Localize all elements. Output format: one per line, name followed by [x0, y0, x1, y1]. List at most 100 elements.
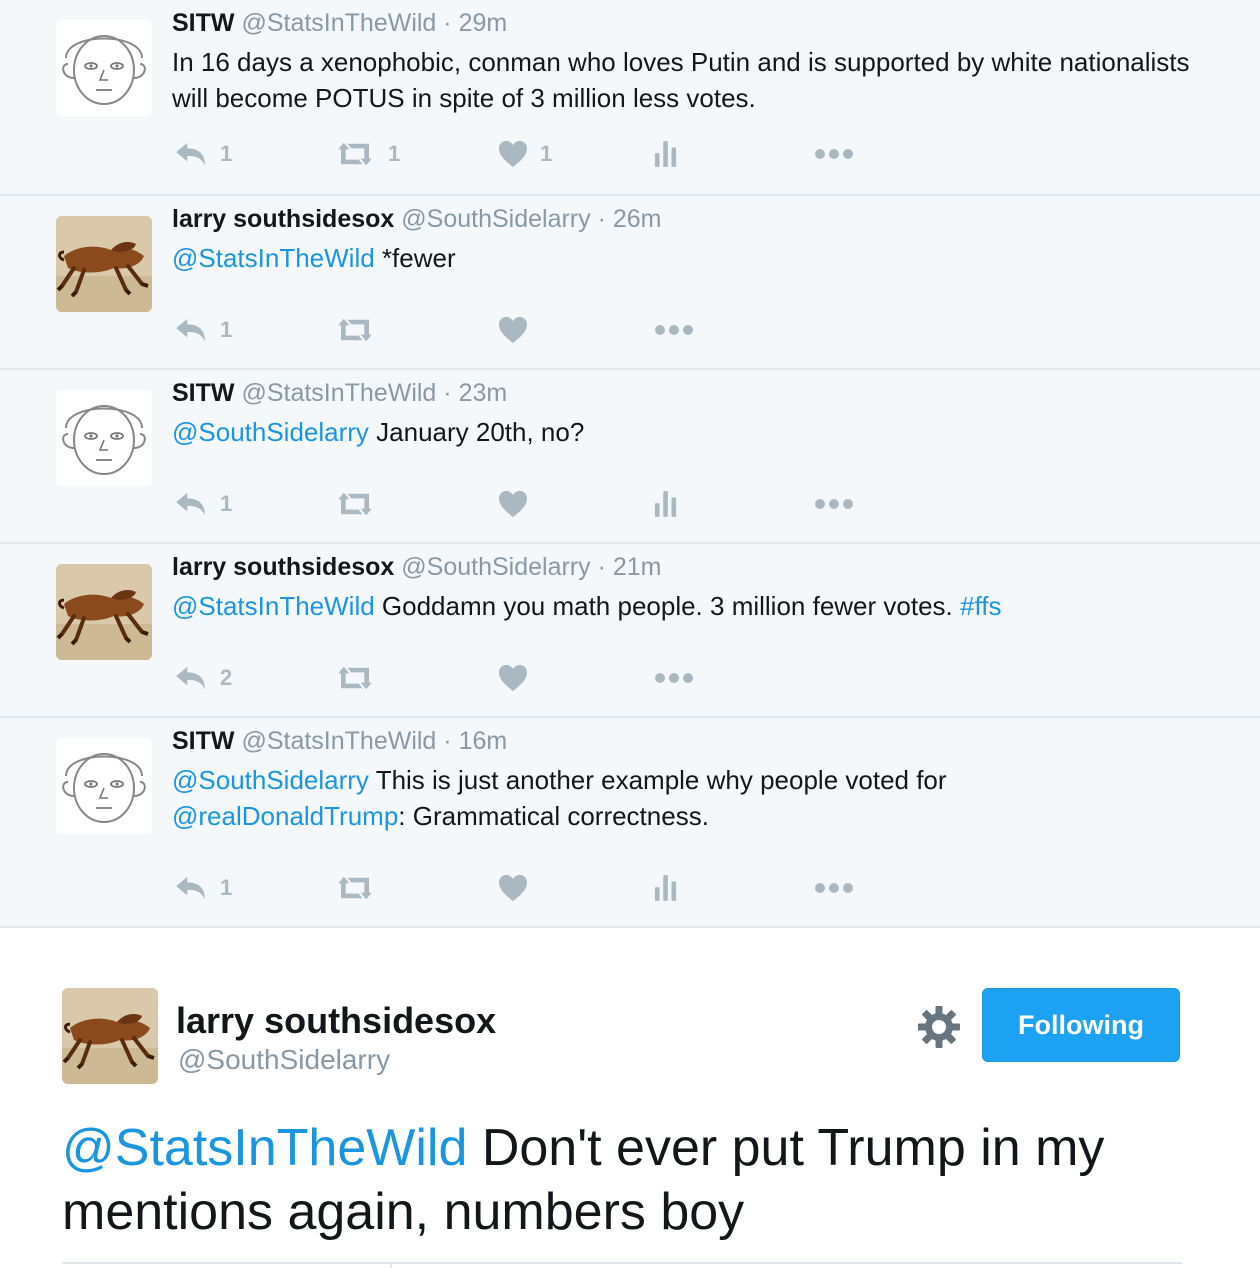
separator: ·	[443, 727, 452, 755]
separator: ·	[597, 205, 606, 233]
more-icon	[814, 498, 854, 510]
author-name[interactable]: SITW	[172, 9, 235, 37]
mention-link[interactable]: @StatsInTheWild	[62, 1119, 467, 1177]
like-button[interactable]	[498, 868, 528, 908]
heart-icon	[498, 490, 528, 518]
retweet-icon	[334, 490, 376, 518]
more-button[interactable]	[814, 134, 854, 174]
tweet-header: SITW @StatsInTheWild · 29m	[172, 8, 507, 38]
hashtag-link[interactable]: #ffs	[960, 591, 1001, 621]
reply-button[interactable]: 1	[174, 134, 232, 174]
tweet-body: January 20th, no?	[368, 417, 585, 447]
retweet-button[interactable]	[334, 868, 376, 908]
more-icon	[654, 324, 694, 336]
author-handle[interactable]: @StatsInTheWild	[241, 379, 436, 407]
tweet-actions: 2	[172, 658, 872, 698]
retweet-icon	[334, 140, 376, 168]
reply-button[interactable]: 1	[174, 484, 232, 524]
thread-tweet[interactable]: larry southsidesox @SouthSidelarry · 21m…	[0, 544, 1260, 718]
like-button[interactable]	[498, 310, 528, 350]
timestamp[interactable]: 21m	[613, 553, 662, 581]
author-name[interactable]: larry southsidesox	[176, 1000, 496, 1042]
thread-tweet[interactable]: SITW @StatsInTheWild · 29m In 16 days a …	[0, 0, 1260, 196]
thread-tweet[interactable]: larry southsidesox @SouthSidelarry · 26m…	[0, 196, 1260, 370]
more-icon	[654, 672, 694, 684]
author-handle[interactable]: @SouthSidelarry	[401, 553, 590, 581]
reply-button[interactable]: 1	[174, 310, 232, 350]
following-button[interactable]: Following	[982, 988, 1180, 1062]
tweet-body: : Grammatical correctness.	[398, 801, 709, 831]
like-button[interactable]: 1	[498, 134, 552, 174]
reply-button[interactable]: 1	[174, 868, 232, 908]
mention-link[interactable]: @StatsInTheWild	[172, 591, 375, 621]
reply-icon	[174, 141, 208, 167]
retweet-button[interactable]	[334, 484, 376, 524]
reply-count: 1	[220, 491, 233, 516]
reply-count: 1	[220, 875, 233, 900]
reply-count: 2	[220, 665, 233, 690]
separator: ·	[443, 9, 452, 37]
tweet-text: In 16 days a xenophobic, conman who love…	[172, 44, 1232, 116]
author-name[interactable]: larry southsidesox	[172, 553, 394, 581]
retweet-icon	[334, 664, 376, 692]
author-handle[interactable]: @StatsInTheWild	[241, 727, 436, 755]
timestamp[interactable]: 26m	[613, 205, 662, 233]
more-button[interactable]	[814, 868, 854, 908]
tweet-actions: 1	[172, 868, 872, 908]
mention-link[interactable]: @StatsInTheWild	[172, 243, 375, 273]
author-name[interactable]: SITW	[172, 379, 235, 407]
analytics-button[interactable]	[654, 134, 678, 174]
timestamp[interactable]: 29m	[459, 9, 508, 37]
reply-button[interactable]: 2	[174, 658, 232, 698]
tweet-body: This is just another example why people …	[368, 765, 947, 795]
more-button[interactable]	[654, 658, 694, 698]
tweet-text: @StatsInTheWild Goddamn you math people.…	[172, 588, 1232, 624]
retweet-button[interactable]	[334, 310, 376, 350]
horse-photo-avatar[interactable]	[56, 216, 152, 312]
author-handle[interactable]: @StatsInTheWild	[241, 9, 436, 37]
retweet-button[interactable]	[334, 658, 376, 698]
thread-tweet[interactable]: SITW @StatsInTheWild · 16m @SouthSidelar…	[0, 718, 1260, 928]
analytics-icon	[654, 874, 678, 902]
conversation-thread: SITW @StatsInTheWild · 29m In 16 days a …	[0, 0, 1260, 928]
tweet-header: larry southsidesox @SouthSidelarry · 26m	[172, 204, 662, 234]
timestamp[interactable]: 16m	[459, 727, 508, 755]
tweet-header: larry southsidesox @SouthSidelarry · 21m	[172, 552, 662, 582]
face-sketch-avatar[interactable]	[56, 390, 152, 486]
more-button[interactable]	[654, 310, 694, 350]
retweet-button[interactable]: 1	[334, 134, 400, 174]
timestamp[interactable]: 23m	[459, 379, 508, 407]
author-handle[interactable]: @SouthSidelarry	[401, 205, 590, 233]
like-button[interactable]	[498, 484, 528, 524]
retweet-icon	[334, 874, 376, 902]
horse-photo-avatar[interactable]	[56, 564, 152, 660]
tweet-header: SITW @StatsInTheWild · 23m	[172, 378, 507, 408]
heart-icon	[498, 140, 528, 168]
more-icon	[814, 148, 854, 160]
heart-icon	[498, 664, 528, 692]
mention-link[interactable]: @SouthSidelarry	[172, 417, 369, 447]
horse-photo-avatar[interactable]	[62, 988, 158, 1084]
gear-icon[interactable]	[916, 1004, 962, 1050]
author-name[interactable]: SITW	[172, 727, 235, 755]
mention-link[interactable]: @SouthSidelarry	[172, 765, 369, 795]
tweet-body: In 16 days a xenophobic, conman who love…	[172, 47, 1190, 113]
tweet-actions: 1	[172, 484, 872, 524]
heart-icon	[498, 316, 528, 344]
face-sketch-avatar[interactable]	[56, 738, 152, 834]
focused-tweet: larry southsidesox @SouthSidelarry Follo…	[0, 928, 1260, 1268]
analytics-icon	[654, 490, 678, 518]
author-handle[interactable]: @SouthSidelarry	[178, 1044, 390, 1076]
like-button[interactable]	[498, 658, 528, 698]
tweet-text: @SouthSidelarry January 20th, no?	[172, 414, 1232, 450]
tweet-actions: 1 1 1	[172, 134, 872, 174]
author-name[interactable]: larry southsidesox	[172, 205, 394, 233]
analytics-button[interactable]	[654, 868, 678, 908]
heart-icon	[498, 874, 528, 902]
reply-icon	[174, 665, 208, 691]
analytics-button[interactable]	[654, 484, 678, 524]
thread-tweet[interactable]: SITW @StatsInTheWild · 23m @SouthSidelar…	[0, 370, 1260, 544]
more-button[interactable]	[814, 484, 854, 524]
mention-link[interactable]: @realDonaldTrump	[172, 801, 398, 831]
face-sketch-avatar[interactable]	[56, 20, 152, 116]
